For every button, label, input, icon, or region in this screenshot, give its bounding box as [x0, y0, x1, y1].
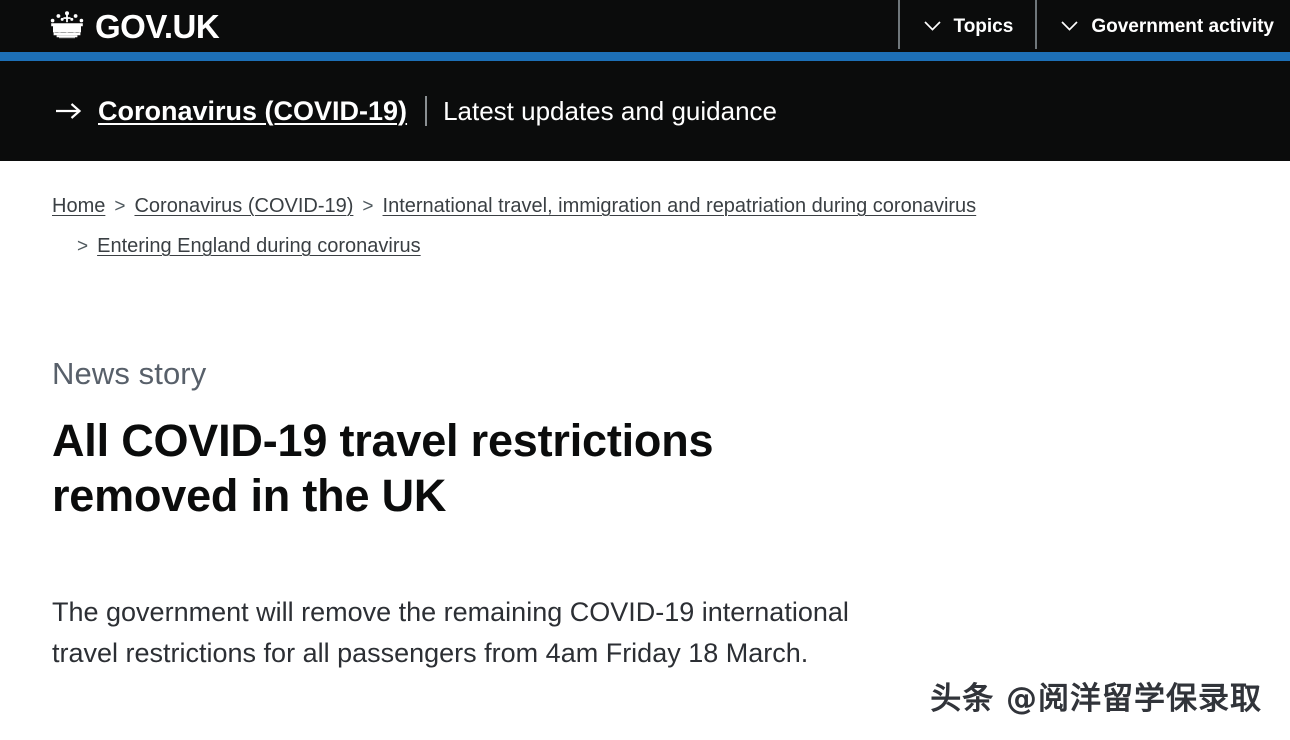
crown-icon: [48, 10, 86, 42]
coronavirus-banner-inner: Coronavirus (COVID-19) Latest updates an…: [56, 96, 777, 127]
arrow-right-icon: [56, 102, 98, 120]
main-content: News story All COVID-19 travel restricti…: [52, 358, 952, 674]
global-header: GOV.UK Topics Government activity: [0, 0, 1290, 52]
nav-item-topics[interactable]: Topics: [897, 0, 1036, 52]
chevron-down-icon: [923, 21, 941, 31]
coronavirus-banner-divider: [425, 96, 428, 126]
nav-item-government-activity-label: Government activity: [1091, 15, 1274, 37]
document-type-label: News story: [52, 356, 207, 391]
govuk-logo-link[interactable]: GOV.UK: [48, 7, 220, 45]
chevron-down-icon: [1061, 21, 1078, 31]
coronavirus-banner-subtitle: Latest updates and guidance: [443, 95, 777, 126]
breadcrumb-item-international-travel[interactable]: International travel, immigration and re…: [383, 195, 977, 217]
coronavirus-banner-link[interactable]: Coronavirus (COVID-19): [98, 96, 407, 127]
header-navigation: Topics Government activity: [897, 0, 1290, 52]
breadcrumb-line-two: > Entering England during coronavirus: [68, 229, 1092, 269]
breadcrumb-item-coronavirus[interactable]: Coronavirus (COVID-19): [134, 195, 353, 217]
nav-item-government-activity[interactable]: Government activity: [1035, 0, 1290, 52]
breadcrumb-item-entering-england[interactable]: Entering England during coronavirus: [97, 235, 421, 257]
breadcrumb: Home > Coronavirus (COVID-19) > Internat…: [52, 189, 1092, 269]
watermark: 头条 @阅洋留学保录取: [930, 681, 1262, 717]
govuk-logo-text: GOV.UK: [95, 7, 220, 45]
header-blue-rule: [0, 52, 1290, 61]
breadcrumb-separator: >: [362, 196, 374, 217]
breadcrumb-separator: >: [114, 196, 126, 217]
lede-paragraph: The government will remove the remaining…: [52, 596, 849, 668]
nav-item-topics-label: Topics: [953, 15, 1014, 37]
coronavirus-banner: Coronavirus (COVID-19) Latest updates an…: [0, 61, 1290, 161]
breadcrumb-item-home[interactable]: Home: [52, 195, 105, 217]
breadcrumb-separator: >: [77, 236, 89, 257]
page-title: All COVID-19 travel restrictions removed…: [52, 415, 714, 521]
